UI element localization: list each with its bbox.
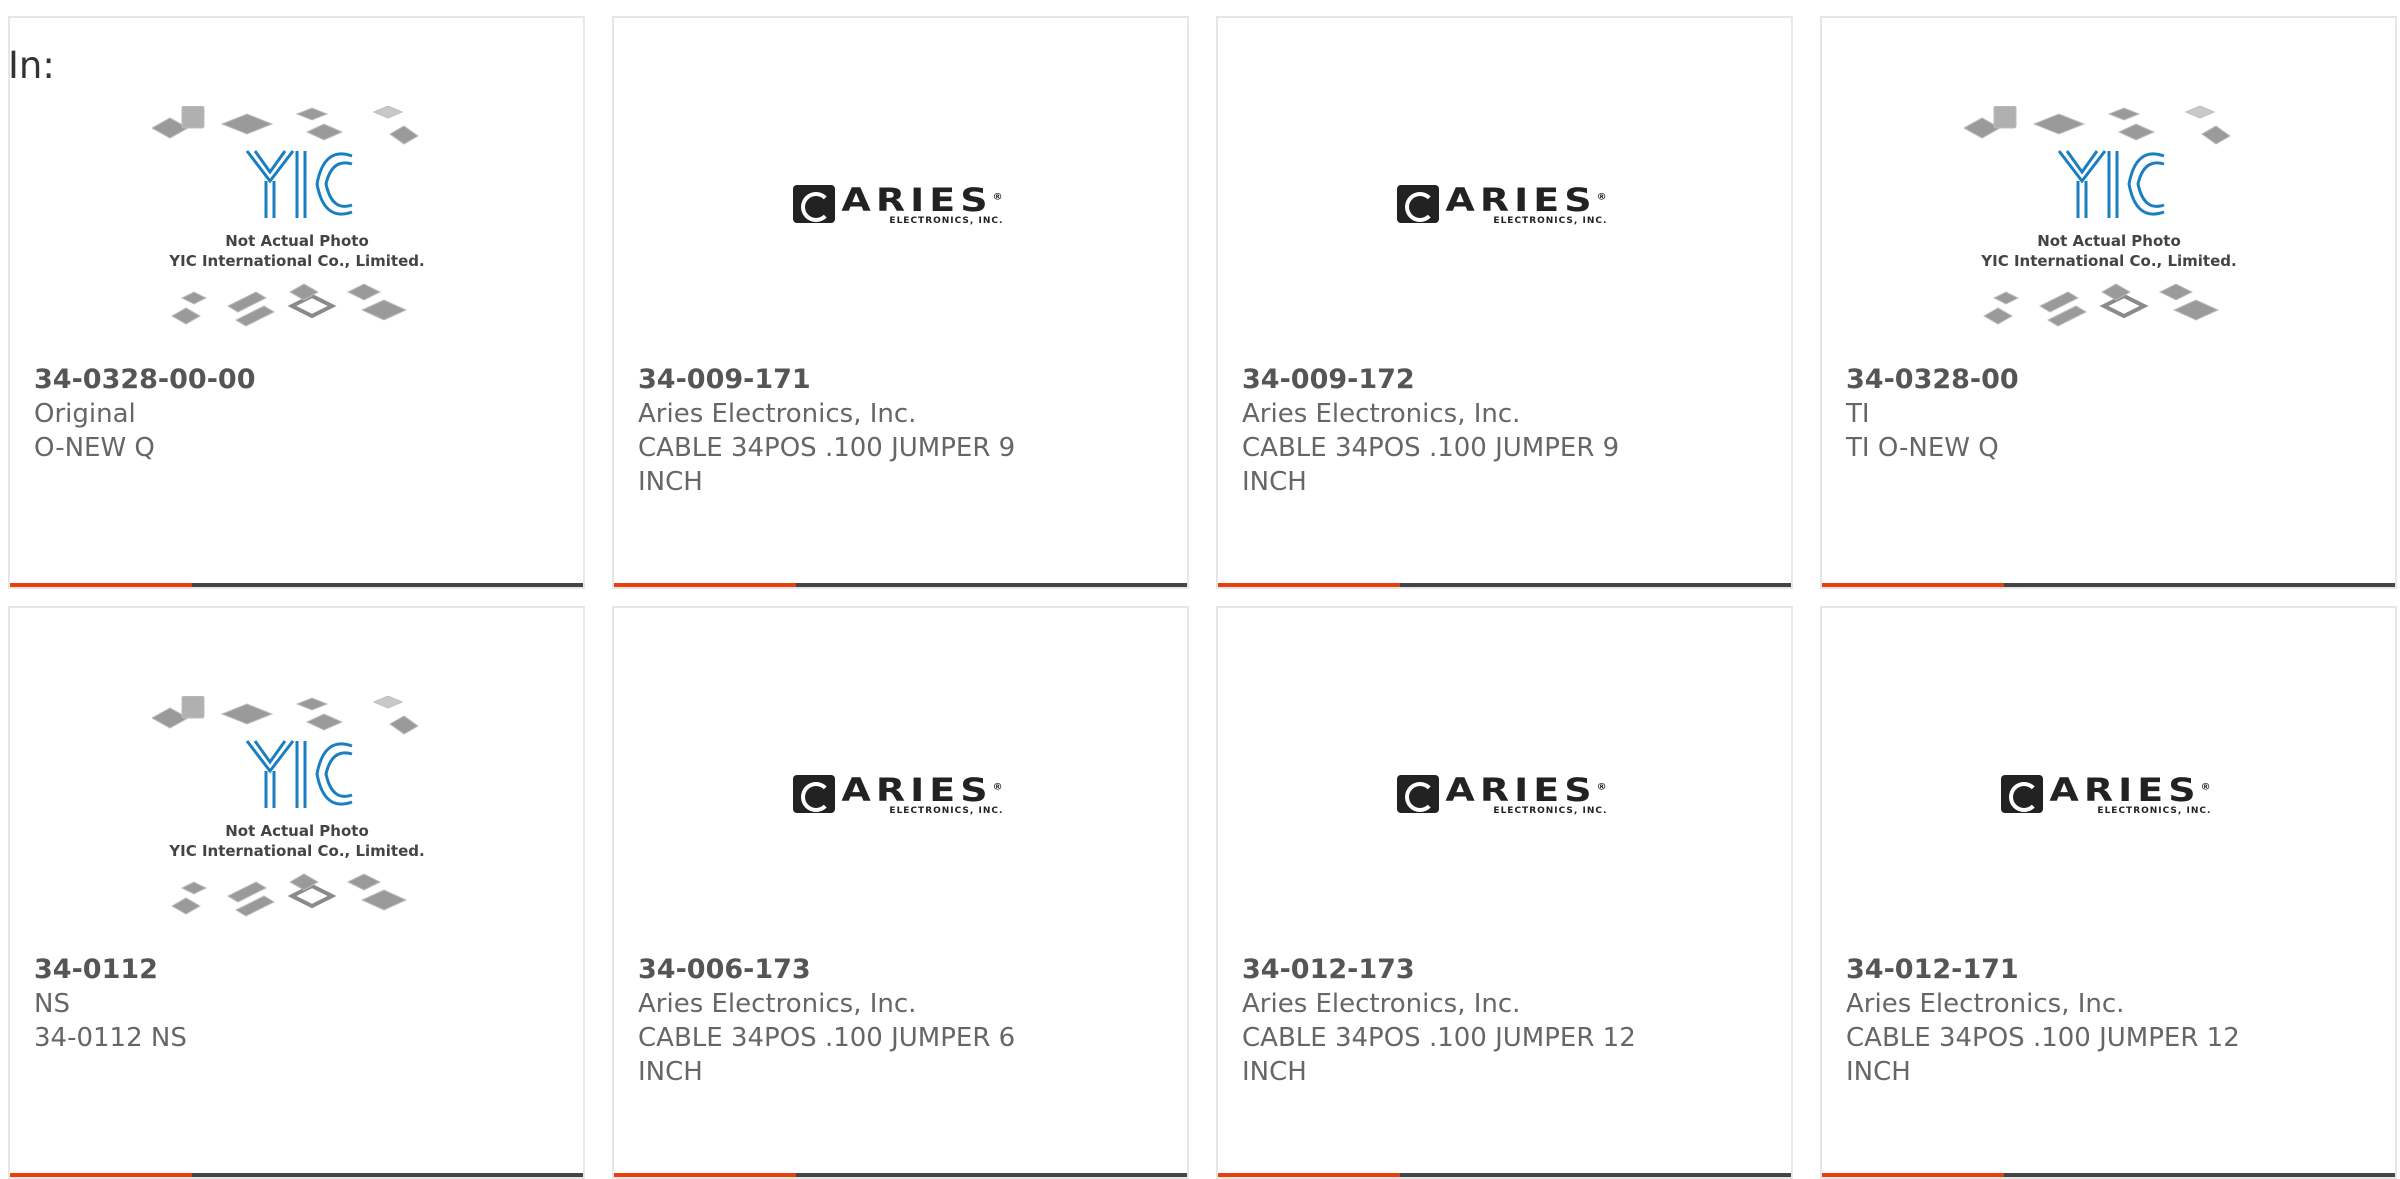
product-image[interactable]: Not Actual Photo YIC International Co., … [1822, 105, 2395, 376]
product-description: CABLE 34POS .100 JUMPER 6 INCH [638, 1023, 1016, 1087]
aries-electronics-logo: ARIES® ELECTRONICS, INC. [1397, 771, 1611, 816]
product-description: CABLE 34POS .100 JUMPER 9 INCH [1242, 433, 1620, 497]
in-label: In: [8, 44, 55, 87]
product-image[interactable]: Not Actual Photo YIC International Co., … [10, 105, 583, 376]
svg-text:YIC International Co., Limited: YIC International Co., Limited. [168, 252, 424, 270]
card-bottom-bar [10, 1173, 583, 1177]
manufacturer: Aries Electronics, Inc. [638, 399, 917, 429]
svg-text:Not Actual Photo: Not Actual Photo [2037, 232, 2181, 250]
product-description: 34-0112 NS [34, 1023, 187, 1053]
product-image[interactable]: ARIES® ELECTRONICS, INC. [614, 98, 1187, 368]
aries-electronics-logo: ARIES® ELECTRONICS, INC. [2001, 771, 2215, 816]
part-number-link[interactable]: 34-012-173 [1242, 953, 1672, 987]
registered-mark: ® [992, 192, 1008, 202]
aries-logo-word: ARIES® [1445, 181, 1612, 219]
manufacturer: Aries Electronics, Inc. [1242, 399, 1521, 429]
part-number-link[interactable]: 34-0328-00 [1846, 363, 2276, 397]
product-info: 34-0112 NS 34-0112 NS [34, 953, 464, 1055]
product-info: 34-009-172 Aries Electronics, Inc. CABLE 3… [1242, 363, 1672, 499]
manufacturer: TI [1846, 399, 1870, 429]
card-accent-bar [1822, 583, 2004, 587]
aries-mark-icon [1397, 184, 1440, 223]
card-accent-bar [10, 583, 192, 587]
part-number-link[interactable]: 34-009-171 [638, 363, 1068, 397]
product-card[interactable]: ARIES® ELECTRONICS, INC. 34-006-173 Aries… [612, 606, 1189, 1179]
aries-mark-icon [793, 774, 836, 813]
card-bottom-bar [1218, 1173, 1791, 1177]
registered-mark: ® [1596, 782, 1612, 792]
card-accent-bar [614, 1173, 796, 1177]
aries-mark-icon [793, 184, 836, 223]
manufacturer: Aries Electronics, Inc. [1242, 989, 1521, 1019]
aries-logo-word: ARIES® [2049, 771, 2216, 809]
aries-logo-word: ARIES® [841, 771, 1008, 809]
part-number-link[interactable]: 34-009-172 [1242, 363, 1672, 397]
card-bottom-bar [614, 1173, 1187, 1177]
product-info: 34-006-173 Aries Electronics, Inc. CABLE 3… [638, 953, 1068, 1089]
product-image[interactable]: ARIES® ELECTRONICS, INC. [1218, 688, 1791, 958]
product-image[interactable]: ARIES® ELECTRONICS, INC. [1822, 688, 2395, 958]
card-accent-bar [1822, 1173, 2004, 1177]
product-description: CABLE 34POS .100 JUMPER 12 INCH [1242, 1023, 1636, 1087]
card-accent-bar [614, 583, 796, 587]
manufacturer: Aries Electronics, Inc. [1846, 989, 2125, 1019]
part-number-link[interactable]: 34-0112 [34, 953, 464, 987]
product-image[interactable]: Not Actual Photo YIC International Co., … [10, 695, 583, 966]
aries-mark-icon [1397, 774, 1440, 813]
manufacturer: Aries Electronics, Inc. [638, 989, 917, 1019]
product-info: 34-0328-00-00 Original O-NEW Q [34, 363, 464, 465]
registered-mark: ® [2200, 782, 2216, 792]
product-image[interactable]: ARIES® ELECTRONICS, INC. [1218, 98, 1791, 368]
part-number-link[interactable]: 34-012-171 [1846, 953, 2276, 987]
product-description: CABLE 34POS .100 JUMPER 12 INCH [1846, 1023, 2240, 1087]
product-card[interactable]: ARIES® ELECTRONICS, INC. 34-009-172 Aries… [1216, 16, 1793, 589]
part-number-link[interactable]: 34-0328-00-00 [34, 363, 464, 397]
product-card[interactable]: Not Actual Photo YIC International Co., … [1820, 16, 2397, 589]
card-bottom-bar [1218, 583, 1791, 587]
svg-text:Not Actual Photo: Not Actual Photo [225, 232, 369, 250]
not-actual-photo-image: Not Actual Photo YIC International Co., … [1962, 105, 2254, 346]
card-accent-bar [1218, 1173, 1400, 1177]
manufacturer: Original [34, 399, 136, 429]
aries-logo-word: ARIES® [1445, 771, 1612, 809]
part-number-link[interactable]: 34-006-173 [638, 953, 1068, 987]
product-card[interactable]: ARIES® ELECTRONICS, INC. 34-012-171 Aries… [1820, 606, 2397, 1179]
aries-electronics-logo: ARIES® ELECTRONICS, INC. [1397, 181, 1611, 226]
registered-mark: ® [992, 782, 1008, 792]
registered-mark: ® [1596, 192, 1612, 202]
aries-electronics-logo: ARIES® ELECTRONICS, INC. [793, 181, 1007, 226]
svg-text:YIC International Co., Limited: YIC International Co., Limited. [168, 842, 424, 860]
product-info: 34-0328-00 TI TI O-NEW Q [1846, 363, 2276, 465]
product-description: TI O-NEW Q [1846, 433, 1999, 463]
product-description: CABLE 34POS .100 JUMPER 9 INCH [638, 433, 1016, 497]
product-info: 34-012-173 Aries Electronics, Inc. CABLE 3… [1242, 953, 1672, 1089]
product-card[interactable]: ARIES® ELECTRONICS, INC. 34-009-171 Aries… [612, 16, 1189, 589]
product-info: 34-009-171 Aries Electronics, Inc. CABLE 3… [638, 363, 1068, 499]
card-accent-bar [10, 1173, 192, 1177]
aries-logo-word: ARIES® [841, 181, 1008, 219]
not-actual-photo-image: Not Actual Photo YIC International Co., … [150, 105, 442, 346]
aries-electronics-logo: ARIES® ELECTRONICS, INC. [793, 771, 1007, 816]
product-card[interactable]: Not Actual Photo YIC International Co., … [8, 16, 585, 589]
aries-mark-icon [2001, 774, 2044, 813]
product-card[interactable]: ARIES® ELECTRONICS, INC. 34-012-173 Aries… [1216, 606, 1793, 1179]
card-bottom-bar [1822, 583, 2395, 587]
card-bottom-bar [1822, 1173, 2395, 1177]
card-accent-bar [1218, 583, 1400, 587]
not-actual-photo-image: Not Actual Photo YIC International Co., … [150, 695, 442, 936]
svg-text:YIC International Co., Limited: YIC International Co., Limited. [1980, 252, 2236, 270]
product-description: O-NEW Q [34, 433, 155, 463]
manufacturer: NS [34, 989, 70, 1019]
card-bottom-bar [10, 583, 583, 587]
product-card[interactable]: Not Actual Photo YIC International Co., … [8, 606, 585, 1179]
product-info: 34-012-171 Aries Electronics, Inc. CABLE 3… [1846, 953, 2276, 1089]
svg-text:Not Actual Photo: Not Actual Photo [225, 822, 369, 840]
product-image[interactable]: ARIES® ELECTRONICS, INC. [614, 688, 1187, 958]
card-bottom-bar [614, 583, 1187, 587]
